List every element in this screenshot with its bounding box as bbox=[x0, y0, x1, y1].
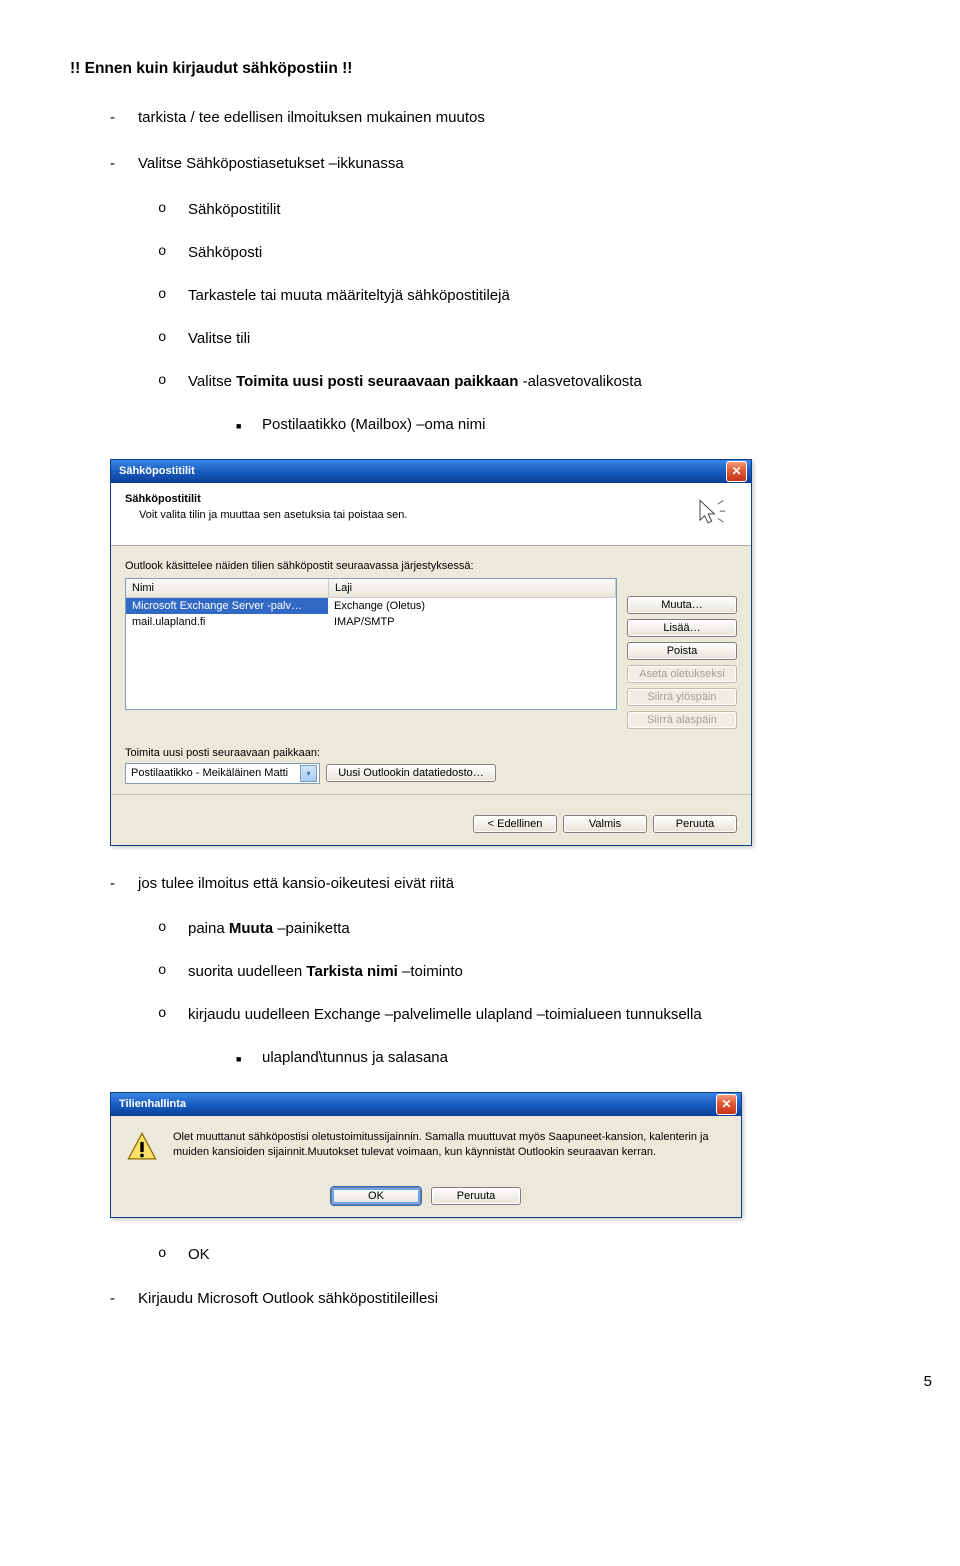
cancel-button[interactable]: Peruuta bbox=[653, 815, 737, 833]
item-mailbox-name: Postilaatikko (Mailbox) –oma nimi bbox=[236, 416, 880, 433]
item-ok: OK bbox=[158, 1246, 880, 1263]
dialog-title: Tilienhallinta bbox=[119, 1098, 186, 1110]
text-bold: Toimita uusi posti seuraavaan paikkaan bbox=[236, 373, 518, 390]
move-up-button: Siirrä ylöspäin bbox=[627, 688, 737, 706]
heading-before-login: !! Ennen kuin kirjaudut sähköpostiin !! bbox=[70, 60, 880, 78]
item-email: Sähköposti bbox=[158, 244, 880, 261]
accounts-listbox[interactable]: Nimi Laji Microsoft Exchange Server -pal… bbox=[125, 578, 617, 710]
remove-button[interactable]: Poista bbox=[627, 642, 737, 660]
text-prefix: paina bbox=[188, 920, 229, 937]
deliver-dropdown[interactable]: Postilaatikko - Meikäläinen Matti ▾ bbox=[125, 763, 320, 784]
cancel-button[interactable]: Peruuta bbox=[431, 1187, 521, 1205]
list-row[interactable]: mail.ulapland.fi IMAP/SMTP bbox=[126, 614, 616, 630]
ok-button[interactable]: OK bbox=[331, 1187, 421, 1205]
dialog-intro: Outlook käsittelee näiden tilien sähköpo… bbox=[125, 560, 737, 572]
item-domain-credentials: ulapland\tunnus ja salasana bbox=[236, 1049, 880, 1066]
text-suffix: -alasvetovalikosta bbox=[518, 373, 641, 390]
step-login-outlook: Kirjaudu Microsoft Outlook sähköpostitil… bbox=[110, 1289, 880, 1309]
col-name: Nimi bbox=[126, 579, 329, 597]
step-if-permission-error: jos tulee ilmoitus että kansio-oikeutesi… bbox=[110, 874, 880, 894]
dialog-header: Sähköpostitilit Voit valita tilin ja muu… bbox=[111, 483, 751, 546]
text-bold: Tarkista nimi bbox=[306, 963, 397, 980]
dialog-titlebar: Sähköpostitilit ✕ bbox=[111, 460, 751, 483]
dialog-titlebar: Tilienhallinta ✕ bbox=[111, 1093, 741, 1116]
close-icon[interactable]: ✕ bbox=[726, 461, 747, 482]
set-default-button: Aseta oletukseksi bbox=[627, 665, 737, 683]
text-suffix: –painiketta bbox=[273, 920, 350, 937]
email-accounts-dialog: Sähköpostitilit ✕ Sähköpostitilit Voit v… bbox=[110, 459, 752, 846]
text-prefix: suorita uudelleen bbox=[188, 963, 306, 980]
cursor-icon bbox=[691, 495, 727, 531]
back-button[interactable]: < Edellinen bbox=[473, 815, 557, 833]
row-name: Microsoft Exchange Server -palv… bbox=[126, 598, 328, 614]
deliver-label: Toimita uusi posti seuraavaan paikkaan: bbox=[125, 747, 737, 759]
item-select-account: Valitse tili bbox=[158, 330, 880, 347]
warning-icon bbox=[125, 1130, 159, 1167]
step-check-previous: tarkista / tee edellisen ilmoituksen muk… bbox=[110, 108, 880, 128]
chevron-down-icon: ▾ bbox=[300, 765, 317, 782]
deliver-value: Postilaatikko - Meikäläinen Matti bbox=[131, 767, 288, 779]
row-type: Exchange (Oletus) bbox=[328, 598, 616, 614]
dialog-message: Olet muuttanut sähköpostisi oletustoimit… bbox=[173, 1130, 727, 1160]
list-header: Nimi Laji bbox=[126, 579, 616, 598]
add-button[interactable]: Lisää… bbox=[627, 619, 737, 637]
row-name: mail.ulapland.fi bbox=[126, 614, 328, 630]
item-select-deliver: Valitse Toimita uusi posti seuraavaan pa… bbox=[158, 373, 880, 390]
finish-button[interactable]: Valmis bbox=[563, 815, 647, 833]
account-management-dialog: Tilienhallinta ✕ Olet muuttanut sähköpos… bbox=[110, 1092, 742, 1218]
page-number: 5 bbox=[0, 1355, 960, 1400]
item-email-accounts: Sähköpostitilit bbox=[158, 201, 880, 218]
row-type: IMAP/SMTP bbox=[328, 614, 616, 630]
text-prefix: Valitse bbox=[188, 373, 236, 390]
dialog-title: Sähköpostitilit bbox=[119, 465, 195, 477]
move-down-button: Siirrä alaspäin bbox=[627, 711, 737, 729]
close-icon[interactable]: ✕ bbox=[716, 1094, 737, 1115]
item-relogin: kirjaudu uudelleen Exchange –palvelimell… bbox=[158, 1006, 880, 1023]
item-press-change: paina Muuta –painiketta bbox=[158, 920, 880, 937]
text-bold: Muuta bbox=[229, 920, 273, 937]
dialog-header-title: Sähköpostitilit bbox=[125, 493, 679, 505]
dialog-header-sub: Voit valita tilin ja muuttaa sen asetuks… bbox=[139, 509, 679, 521]
new-datafile-button[interactable]: Uusi Outlookin datatiedosto… bbox=[326, 764, 496, 782]
text-suffix: –toiminto bbox=[398, 963, 463, 980]
divider bbox=[111, 794, 751, 795]
col-type: Laji bbox=[329, 579, 616, 597]
change-button[interactable]: Muuta… bbox=[627, 596, 737, 614]
step-select-settings: Valitse Sähköpostiasetukset –ikkunassa bbox=[110, 154, 880, 174]
list-row-selected[interactable]: Microsoft Exchange Server -palv… Exchang… bbox=[126, 598, 616, 614]
item-review-accounts: Tarkastele tai muuta määriteltyjä sähköp… bbox=[158, 287, 880, 304]
item-rerun-checkname: suorita uudelleen Tarkista nimi –toimint… bbox=[158, 963, 880, 980]
